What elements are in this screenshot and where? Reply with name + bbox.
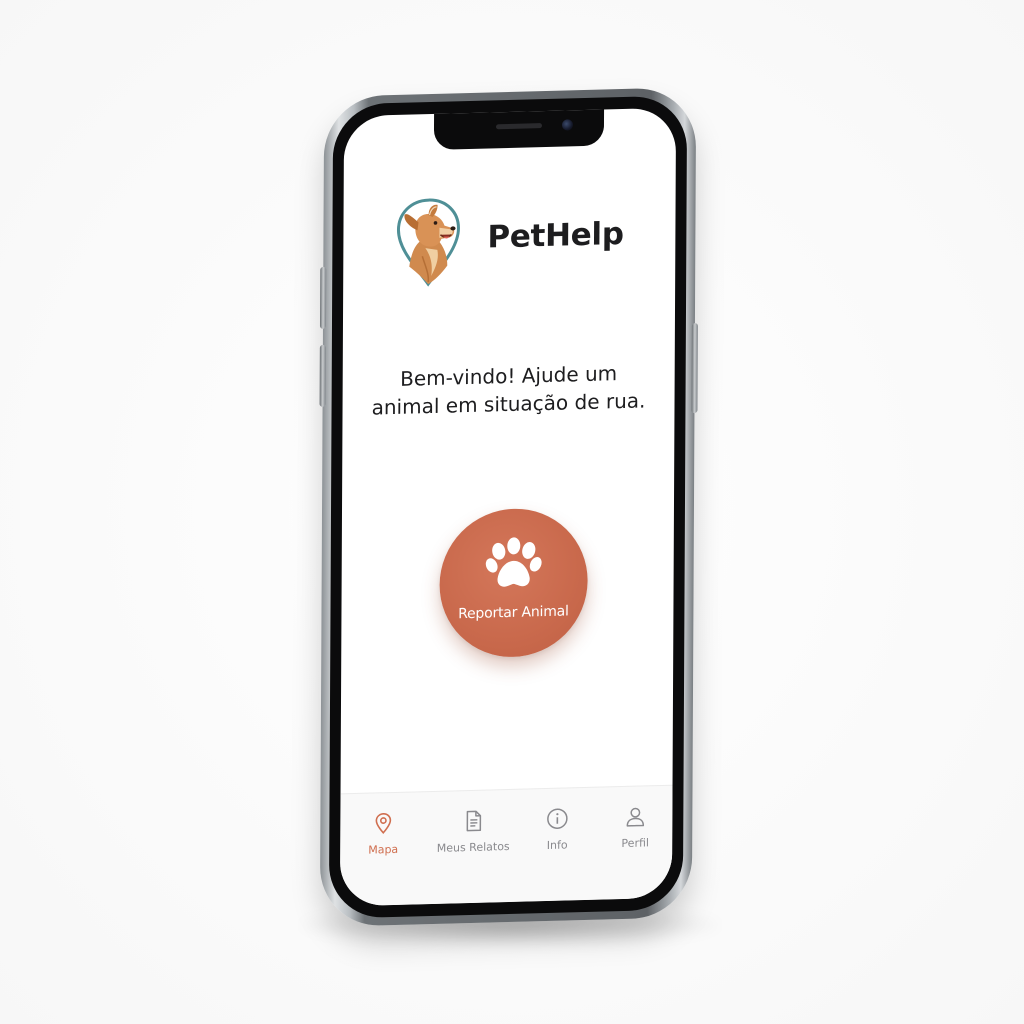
earpiece-speaker <box>495 123 543 130</box>
app-screen: PetHelp Bem-vindo! Ajude um animal em si… <box>339 107 677 907</box>
app-title: PetHelp <box>487 215 624 256</box>
tab-label-meus-relatos: Meus Relatos <box>436 839 510 855</box>
tab-mapa[interactable]: Mapa <box>340 810 426 857</box>
map-pin-icon <box>375 812 392 834</box>
tab-perfil[interactable]: Perfil <box>592 804 676 851</box>
volume-down-button <box>319 344 326 407</box>
report-animal-button[interactable]: Reportar Animal <box>439 506 588 659</box>
notch <box>433 107 605 150</box>
scene-background: PetHelp Bem-vindo! Ajude um animal em si… <box>0 0 1024 1024</box>
volume-up-button <box>319 266 327 329</box>
app-header: PetHelp <box>395 191 624 289</box>
tab-info[interactable]: Info <box>514 806 600 853</box>
front-camera <box>561 119 574 131</box>
document-icon <box>466 810 482 832</box>
dog-location-pin-icon <box>396 198 460 287</box>
tab-label-mapa: Mapa <box>368 842 399 857</box>
power-button <box>691 323 698 414</box>
welcome-message: Bem-vindo! Ajude um animal em situação d… <box>371 361 646 420</box>
phone-device: PetHelp Bem-vindo! Ajude um animal em si… <box>319 87 698 927</box>
bottom-tab-bar: Mapa Meus Relatos Info Perfil <box>339 784 676 907</box>
tab-label-info: Info <box>546 838 568 852</box>
tab-meus-relatos[interactable]: Meus Relatos <box>430 808 516 855</box>
report-animal-label: Reportar Animal <box>458 603 569 623</box>
tab-label-perfil: Perfil <box>621 836 650 851</box>
paw-icon <box>485 537 542 587</box>
user-icon <box>626 807 645 827</box>
info-icon <box>547 808 568 829</box>
